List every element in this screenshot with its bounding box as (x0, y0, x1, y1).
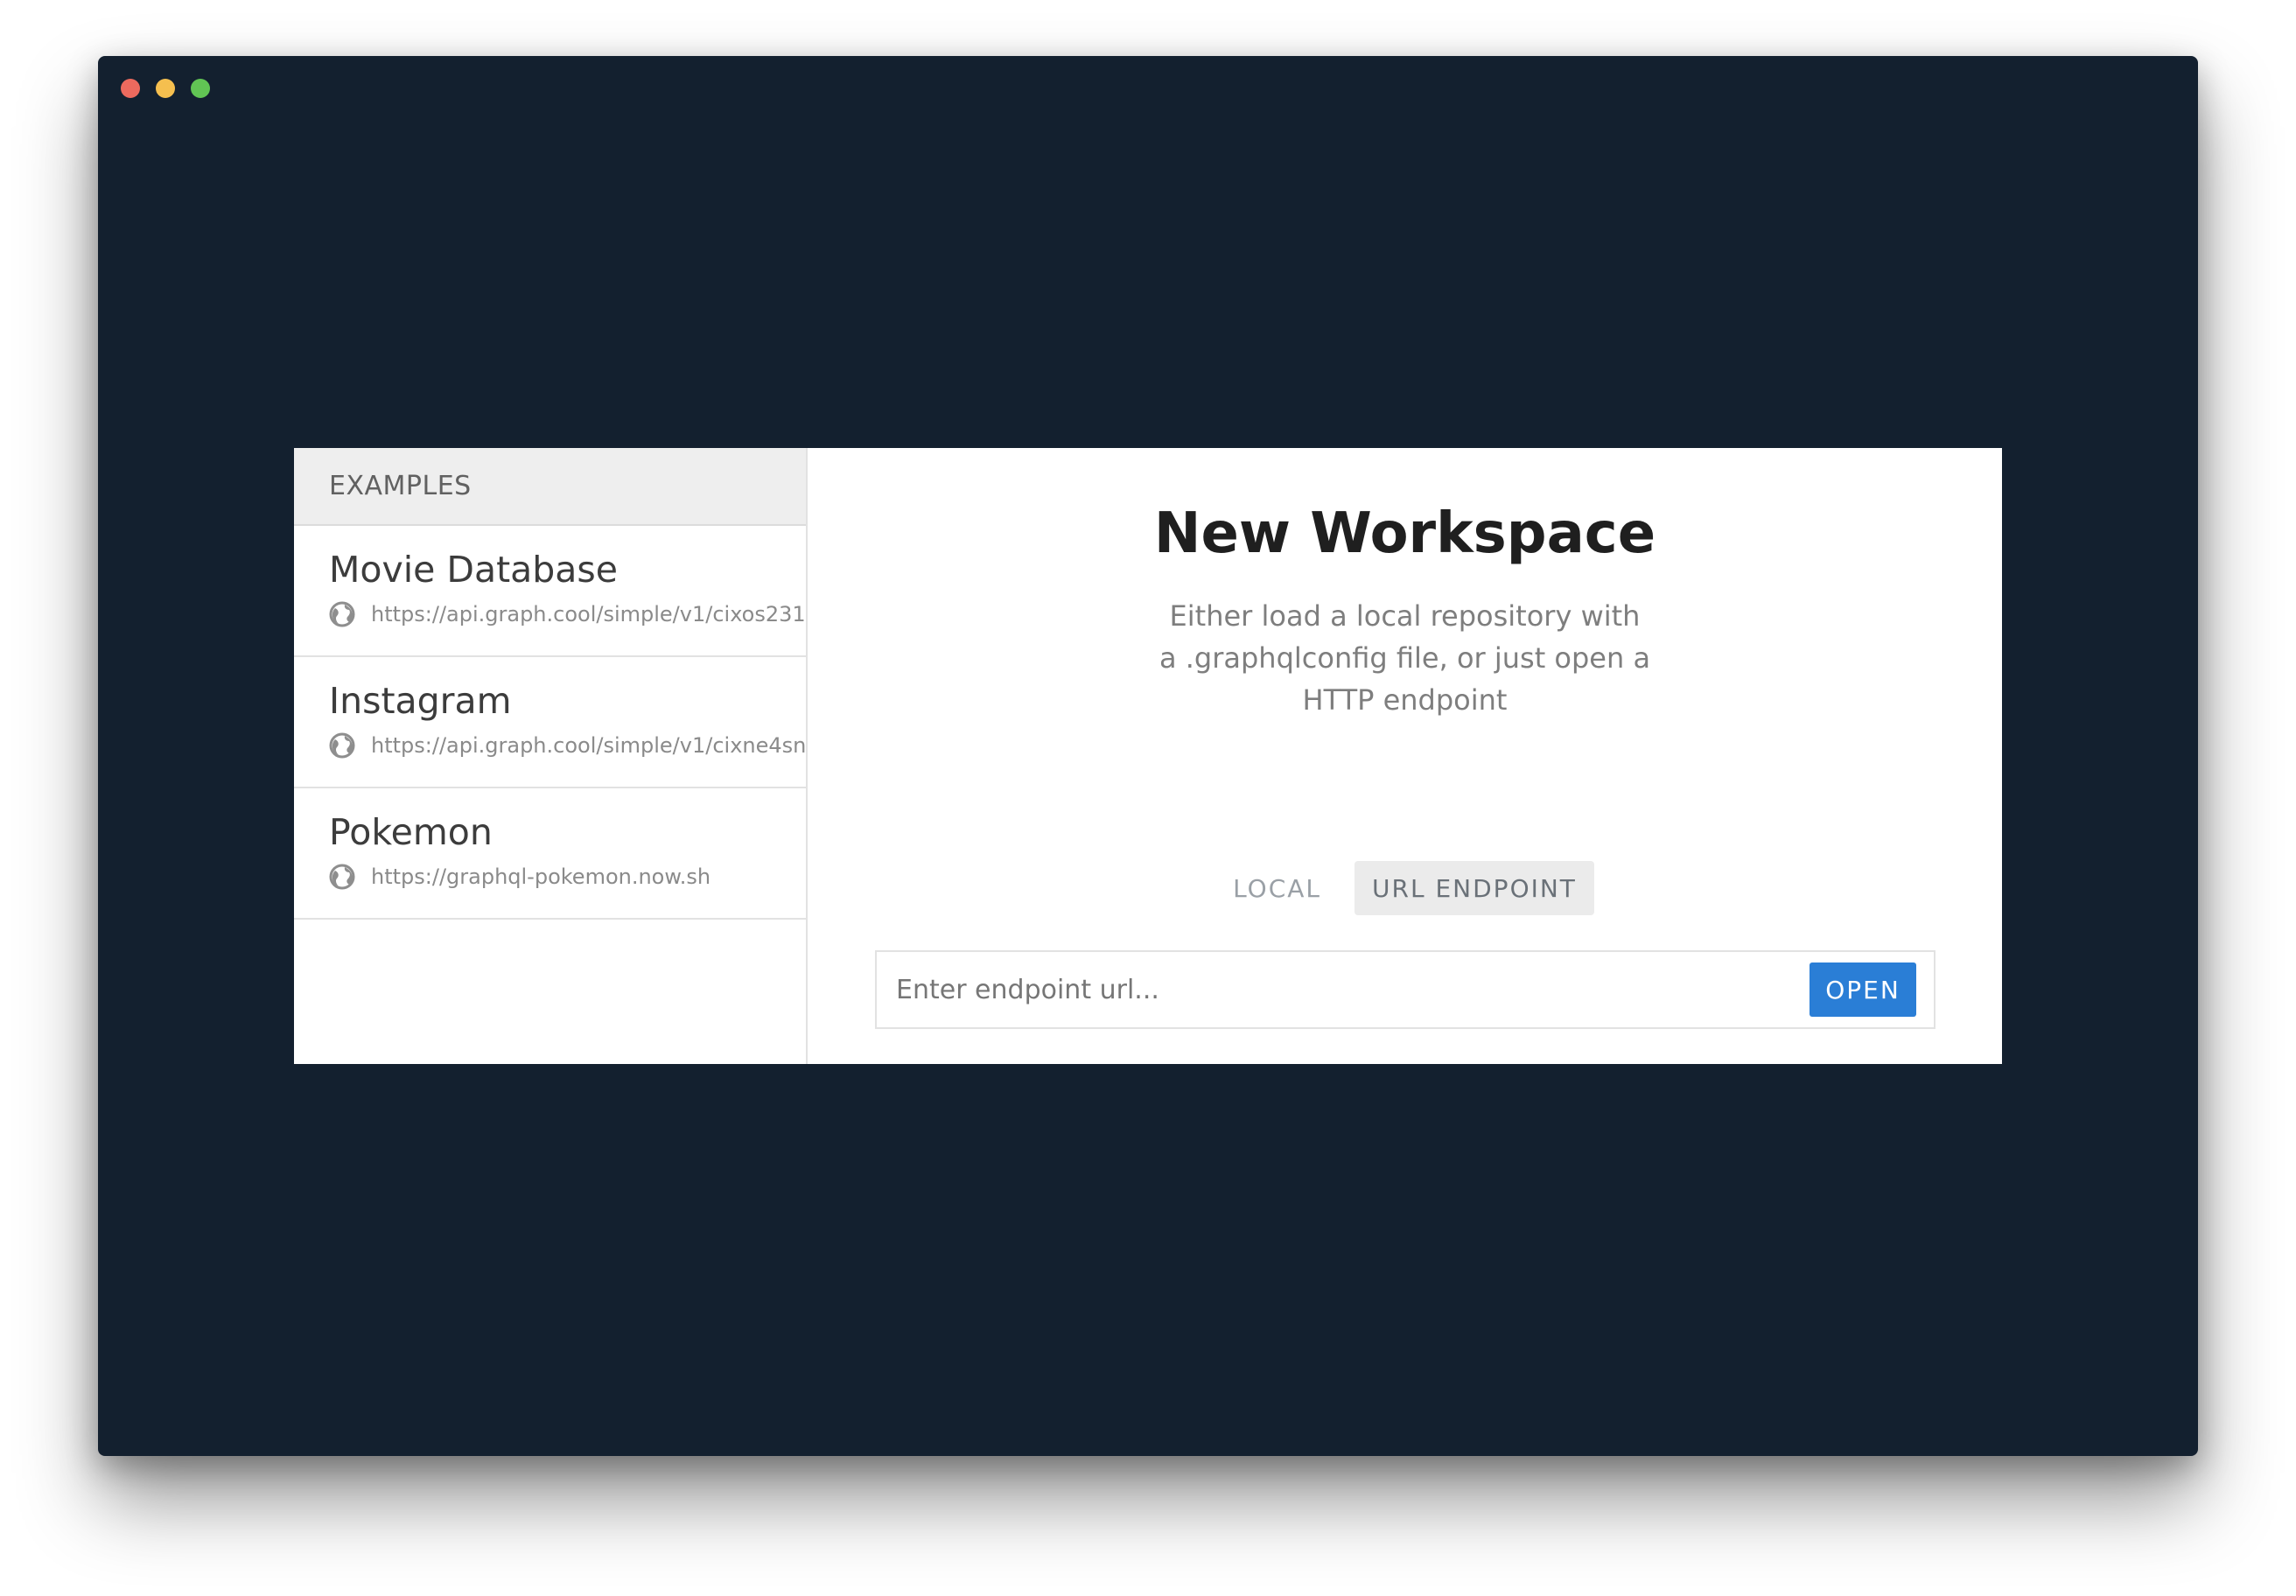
window-controls (121, 79, 210, 98)
example-url: https://api.graph.cool/simple/v1/cixos23… (371, 602, 806, 626)
example-item-instagram[interactable]: Instagram https://api.graph.cool/simple/… (294, 657, 806, 788)
maximize-window-button[interactable] (191, 79, 210, 98)
new-workspace-dialog: EXAMPLES Movie Database https://api.grap… (294, 448, 2002, 1064)
globe-icon (329, 732, 355, 759)
examples-sidebar: EXAMPLES Movie Database https://api.grap… (294, 448, 808, 1064)
close-window-button[interactable] (121, 79, 140, 98)
minimize-window-button[interactable] (156, 79, 175, 98)
workspace-description: Either load a local repository with a .g… (1158, 599, 1651, 717)
app-window: EXAMPLES Movie Database https://api.grap… (98, 56, 2198, 1456)
example-item-pokemon[interactable]: Pokemon https://graphql-pokemon.now.sh (294, 788, 806, 920)
page-title: New Workspace (1153, 501, 1656, 566)
tab-local[interactable]: LOCAL (1215, 861, 1339, 915)
workspace-main-panel: New Workspace Either load a local reposi… (808, 448, 2002, 1064)
tab-url-endpoint[interactable]: URL ENDPOINT (1354, 861, 1594, 915)
example-title: Pokemon (329, 811, 493, 853)
example-url: https://graphql-pokemon.now.sh (371, 864, 711, 889)
open-button[interactable]: OPEN (1810, 962, 1916, 1017)
globe-icon (329, 864, 355, 890)
example-item-movie-database[interactable]: Movie Database https://api.graph.cool/si… (294, 526, 806, 657)
endpoint-form: OPEN (875, 950, 1936, 1029)
example-title: Movie Database (329, 549, 619, 591)
globe-icon (329, 601, 355, 627)
example-title: Instagram (329, 680, 512, 722)
source-tabs: LOCAL URL ENDPOINT (808, 861, 2002, 915)
examples-header: EXAMPLES (294, 448, 806, 526)
endpoint-url-input[interactable] (877, 952, 1810, 1027)
example-url: https://api.graph.cool/simple/v1/cixne4s… (371, 733, 806, 758)
